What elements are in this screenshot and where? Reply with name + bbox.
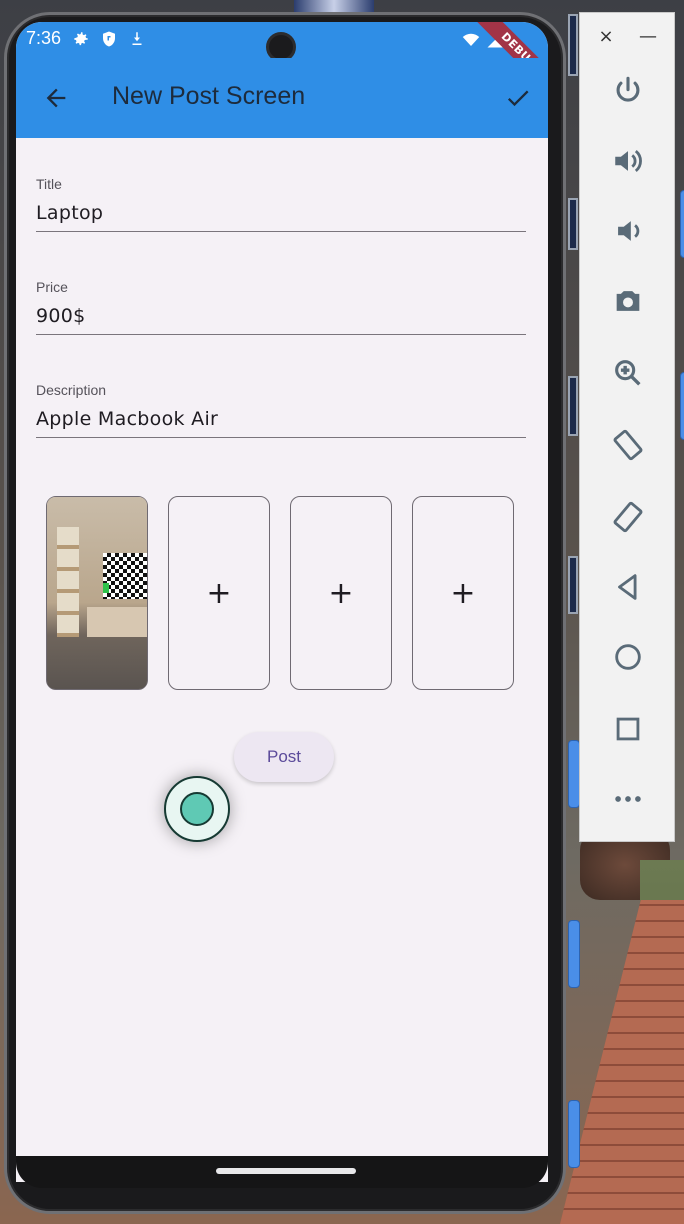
title-field[interactable]: Title Laptop xyxy=(36,160,526,232)
status-time: 7:36 xyxy=(26,28,62,48)
desktop-thumbnail xyxy=(568,376,578,436)
volume-up-icon xyxy=(615,149,642,173)
price-field-value: 900$ xyxy=(36,305,86,327)
arrow-back-icon xyxy=(46,88,66,108)
add-icon: + xyxy=(450,575,476,611)
rotate-right-icon xyxy=(613,501,643,533)
power-button[interactable] xyxy=(604,67,652,115)
square-overview-icon xyxy=(616,717,640,741)
add-image-slot[interactable]: + xyxy=(290,496,392,690)
selected-photo xyxy=(47,497,147,689)
post-button[interactable]: Post xyxy=(234,732,334,782)
image-picker-row: + + + xyxy=(46,496,516,692)
touch-indicator-center xyxy=(180,792,214,826)
system-nav-bar xyxy=(16,1156,548,1188)
emulator-toolbar: × — xyxy=(579,12,675,842)
price-field[interactable]: Price 900$ xyxy=(36,263,526,335)
desktop-button xyxy=(568,920,580,988)
desktop-thumbnail xyxy=(568,198,578,250)
back-button[interactable] xyxy=(36,78,76,118)
desktop-button xyxy=(680,372,684,440)
desktop-button xyxy=(680,190,684,258)
back-nav-button[interactable] xyxy=(604,563,652,611)
add-image-slot[interactable]: + xyxy=(168,496,270,690)
image-slot-photo[interactable] xyxy=(46,496,148,690)
power-icon xyxy=(616,76,640,102)
add-image-slot[interactable]: + xyxy=(412,496,514,690)
shield-icon xyxy=(103,31,115,47)
gear-icon xyxy=(74,32,88,46)
rotate-right-button[interactable] xyxy=(604,493,652,541)
title-field-label: Title xyxy=(36,176,62,192)
minimize-icon[interactable]: — xyxy=(636,25,660,49)
add-icon: + xyxy=(328,575,354,611)
title-field-value: Laptop xyxy=(36,202,104,224)
desktop-button xyxy=(568,1100,580,1168)
more-dots-icon xyxy=(615,796,641,802)
home-gesture-handle[interactable] xyxy=(216,1168,356,1174)
touch-indicator xyxy=(164,776,230,842)
close-icon[interactable]: × xyxy=(594,25,618,49)
download-icon xyxy=(132,32,142,45)
screenshot-button[interactable] xyxy=(604,277,652,325)
confirm-button[interactable] xyxy=(498,78,538,118)
desktop-thumbnail xyxy=(294,0,374,12)
status-bar: 7:36 DEBUG xyxy=(16,22,548,97)
price-field-label: Price xyxy=(36,279,68,295)
wifi-icon xyxy=(462,33,480,46)
page-title: New Post Screen xyxy=(112,82,306,110)
app-bar: New Post Screen xyxy=(16,58,548,138)
add-icon: + xyxy=(206,575,232,611)
volume-down-button[interactable] xyxy=(604,207,652,255)
more-button[interactable] xyxy=(604,775,652,823)
circle-home-icon xyxy=(615,644,641,670)
description-field-value: Apple Macbook Air xyxy=(36,408,219,430)
overview-nav-button[interactable] xyxy=(604,705,652,753)
photo-accent xyxy=(103,583,109,593)
description-field[interactable]: Description Apple Macbook Air xyxy=(36,366,526,438)
check-icon xyxy=(507,90,529,107)
description-field-label: Description xyxy=(36,382,107,398)
zoom-button[interactable] xyxy=(604,349,652,397)
desktop-thumbnail xyxy=(568,556,578,614)
photo-shelf xyxy=(57,527,79,637)
rotate-left-button[interactable] xyxy=(604,421,652,469)
home-nav-button[interactable] xyxy=(604,633,652,681)
zoom-icon xyxy=(615,360,641,386)
photo-cabinet xyxy=(87,607,147,637)
triangle-back-icon xyxy=(618,574,637,600)
photo-tv xyxy=(103,553,147,599)
app-screen: 7:36 DEBUG New Post Screen Title Laptop … xyxy=(16,22,548,1182)
rotate-left-icon xyxy=(613,429,643,461)
volume-down-icon xyxy=(618,221,640,241)
desktop-thumbnail xyxy=(568,14,578,76)
camera-icon xyxy=(616,291,640,311)
volume-up-button[interactable] xyxy=(604,137,652,185)
